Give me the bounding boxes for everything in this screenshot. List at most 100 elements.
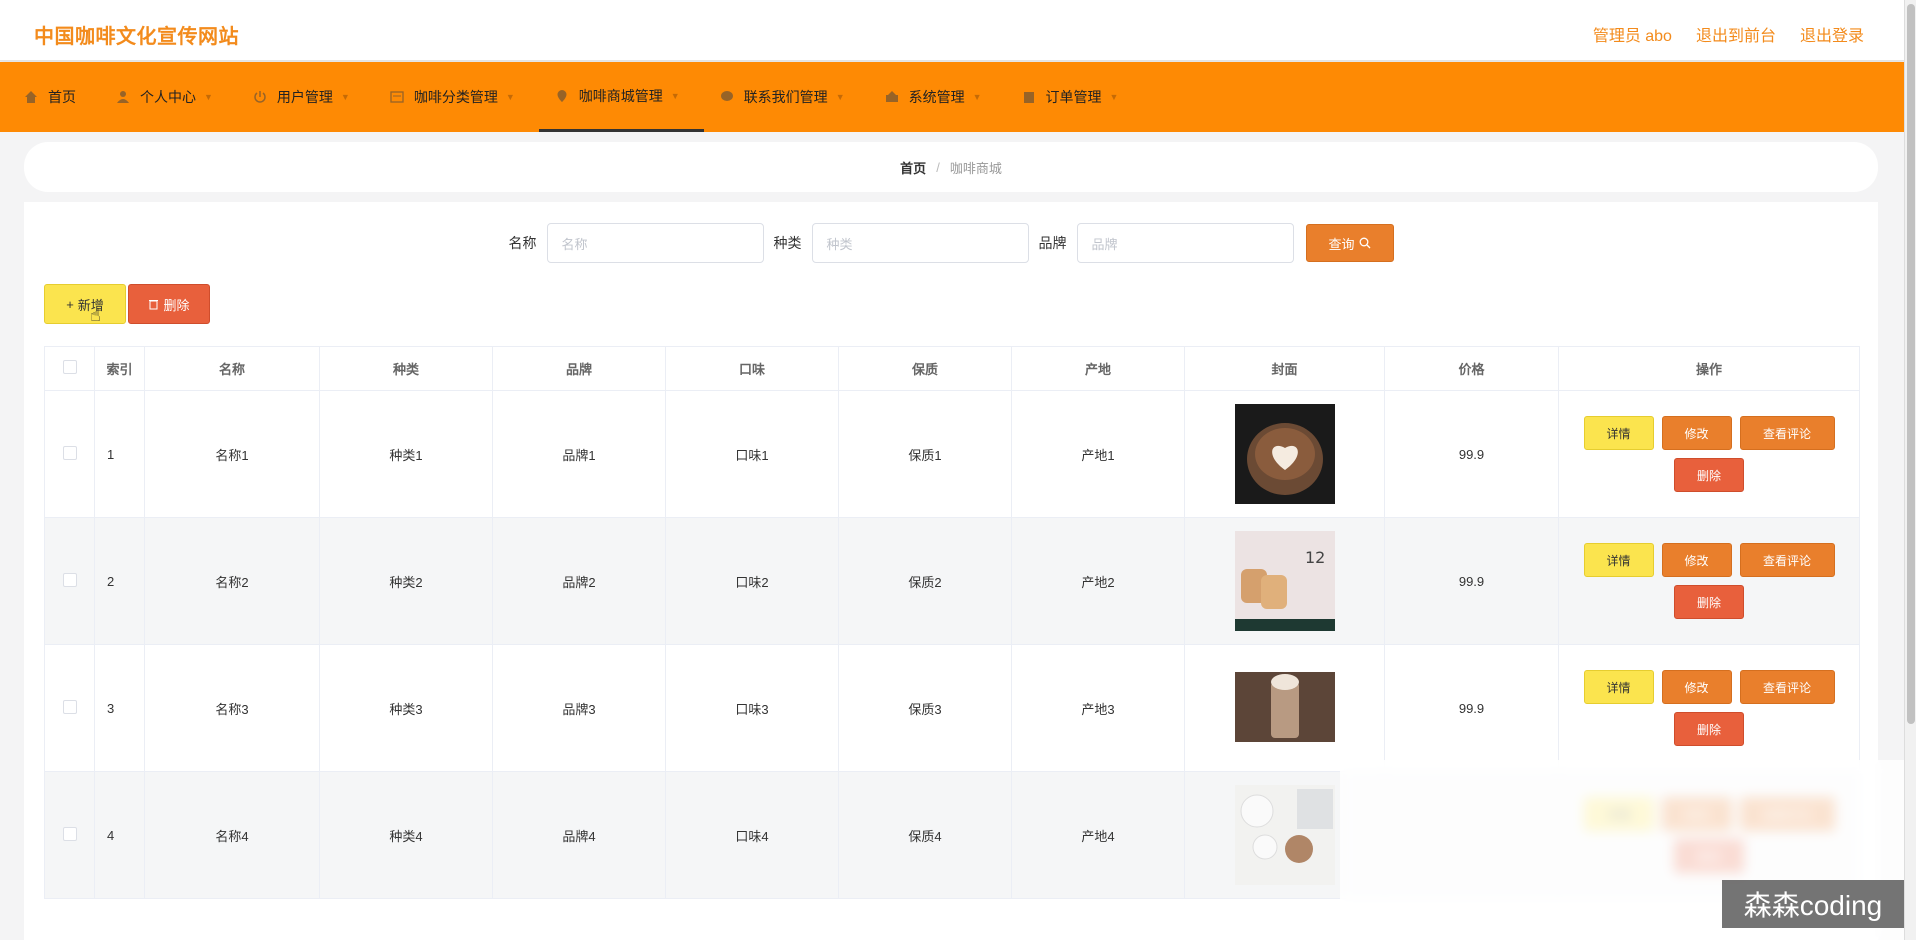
col-header: 操作 [1558, 346, 1860, 391]
row-select-cell [44, 771, 95, 899]
query-label: 查询 [1328, 236, 1355, 252]
index-cell: 4 [94, 771, 145, 899]
nav-item-contact[interactable]: 联系我们管理 ▼ [704, 62, 869, 132]
select-all-checkbox[interactable] [62, 360, 77, 374]
brand-label: 品牌 [1038, 235, 1067, 251]
name-cell: 名称2 [144, 517, 320, 645]
cover-image-iced-drink [1234, 658, 1335, 758]
delete-button[interactable]: 删除 [1674, 585, 1744, 619]
page-scrollbar[interactable] [1904, 0, 1916, 940]
chevron-down-icon: ▼ [972, 92, 982, 102]
price-cell: 99.9 [1384, 644, 1559, 772]
nav-label: 咖啡分类管理 [413, 89, 498, 105]
order-icon [1023, 92, 1034, 103]
location-icon [557, 89, 567, 102]
origin-cell: 产地4 [1011, 771, 1185, 899]
breadcrumb-home[interactable]: 首页 [900, 158, 926, 177]
add-button[interactable]: + 新增 [44, 284, 126, 324]
row-actions: 详情 修改 查看评论 删除 [1579, 543, 1839, 619]
chevron-down-icon: ▼ [1109, 92, 1119, 102]
site-title: 中国咖啡文化宣传网站 [34, 26, 239, 48]
view-reviews-button[interactable]: 查看评论 [1739, 543, 1835, 577]
chevron-down-icon: ▼ [204, 92, 213, 102]
nav-item-system[interactable]: 系统管理 ▼ [869, 62, 1006, 132]
cover-cell [1184, 644, 1385, 772]
brand-cell: 品牌2 [492, 517, 666, 645]
detail-button[interactable]: 详情 [1583, 670, 1654, 704]
row-checkbox[interactable] [62, 699, 77, 714]
type-input[interactable]: 种类 [811, 223, 1029, 263]
system-icon [885, 91, 898, 102]
front-link[interactable]: 退出到前台 [1696, 22, 1776, 46]
delete-button[interactable]: 删除 [1674, 458, 1744, 492]
delete-button[interactable]: 删除 [1674, 712, 1744, 746]
nav-label: 用户管理 [276, 89, 333, 105]
nav-label: 系统管理 [908, 89, 965, 105]
svg-text:12: 12 [1305, 548, 1325, 567]
index-cell: 1 [94, 390, 145, 518]
taste-cell: 口味2 [665, 517, 839, 645]
chat-icon [720, 91, 733, 101]
chevron-down-icon: ▼ [835, 92, 845, 102]
search-icon [1359, 237, 1370, 249]
cover-image-flowers-coffee [1234, 785, 1335, 885]
category-icon [390, 91, 404, 103]
search-bar: 名称 名称 种类 种类 品牌 品牌 查询 [24, 223, 1878, 263]
shelf-cell: 保质3 [838, 644, 1012, 772]
view-reviews-button[interactable]: 查看评论 [1739, 416, 1835, 450]
trash-icon [149, 300, 159, 310]
nav-label: 联系我们管理 [743, 89, 828, 105]
nav-item-profile[interactable]: 个人中心 ▼ [100, 62, 237, 132]
nav-item-orders[interactable]: 订单管理 ▼ [1006, 62, 1143, 132]
row-select-cell [44, 517, 95, 645]
nav-item-home[interactable]: 首页 [8, 62, 100, 132]
chevron-down-icon: ▼ [505, 92, 515, 102]
row-checkbox[interactable] [62, 572, 77, 587]
nav-item-category[interactable]: 咖啡分类管理 ▼ [374, 62, 539, 132]
index-cell: 3 [94, 644, 145, 772]
main-nav: 首页 个人中心 ▼ 用户管理 ▼ 咖啡分类管理 ▼ 咖啡商城管理 ▼ 联系我们管理 ▼ 系… [0, 62, 1904, 132]
row-checkbox[interactable] [62, 826, 77, 841]
table-row: 1 名称1 种类1 品牌1 口味1 保质1 产地1 99.9 详情 修改 查看评… [44, 390, 1860, 518]
col-header: 品牌 [492, 346, 666, 391]
edit-button[interactable]: 修改 [1661, 543, 1732, 577]
table-header-row: 索引 名称 种类 品牌 口味 保质 产地 封面 价格 操作 [44, 346, 1860, 391]
logout-link[interactable]: 退出登录 [1800, 22, 1864, 46]
index-cell: 2 [94, 517, 145, 645]
type-label: 种类 [773, 235, 802, 251]
taste-cell: 口味4 [665, 771, 839, 899]
name-input[interactable]: 名称 [546, 223, 764, 263]
ops-cell: 详情 修改 查看评论 删除 [1558, 644, 1860, 772]
origin-cell: 产地1 [1011, 390, 1185, 518]
nav-item-users[interactable]: 用户管理 ▼ [237, 62, 374, 132]
query-button[interactable]: 查询 [1305, 224, 1394, 262]
row-select-cell [44, 644, 95, 772]
brand-cell: 品牌3 [492, 644, 666, 772]
scrollbar-thumb[interactable] [1907, 4, 1915, 724]
type-cell: 种类4 [319, 771, 493, 899]
nav-item-shop[interactable]: 咖啡商城管理 ▼ [538, 62, 704, 132]
admin-label: 管理员 abo [1592, 28, 1672, 45]
view-reviews-button[interactable]: 查看评论 [1739, 670, 1835, 704]
name-cell: 名称3 [144, 644, 320, 772]
detail-button[interactable]: 详情 [1583, 543, 1654, 577]
delete-label: 删除 [163, 297, 190, 313]
brand-input[interactable]: 品牌 [1076, 223, 1294, 263]
origin-cell: 产地2 [1011, 517, 1185, 645]
batch-delete-button[interactable]: 删除 [128, 284, 210, 324]
col-header: 名称 [144, 346, 320, 391]
price-cell: 99.9 [1384, 517, 1559, 645]
row-checkbox[interactable] [62, 445, 77, 460]
brand-cell: 品牌1 [492, 390, 666, 518]
plus-icon: + [66, 296, 74, 312]
edit-button[interactable]: 修改 [1661, 670, 1732, 704]
col-header: 保质 [838, 346, 1012, 391]
col-header: 索引 [94, 346, 145, 391]
top-header: 中国咖啡文化宣传网站 管理员 abo 退出到前台 退出登录 [0, 0, 1904, 61]
col-header: 产地 [1011, 346, 1185, 391]
edit-button[interactable]: 修改 [1661, 416, 1732, 450]
ops-cell: 详情 修改 查看评论 删除 [1558, 517, 1860, 645]
chevron-down-icon: ▼ [340, 92, 350, 102]
detail-button[interactable]: 详情 [1583, 416, 1654, 450]
breadcrumb-separator: / [936, 159, 940, 175]
